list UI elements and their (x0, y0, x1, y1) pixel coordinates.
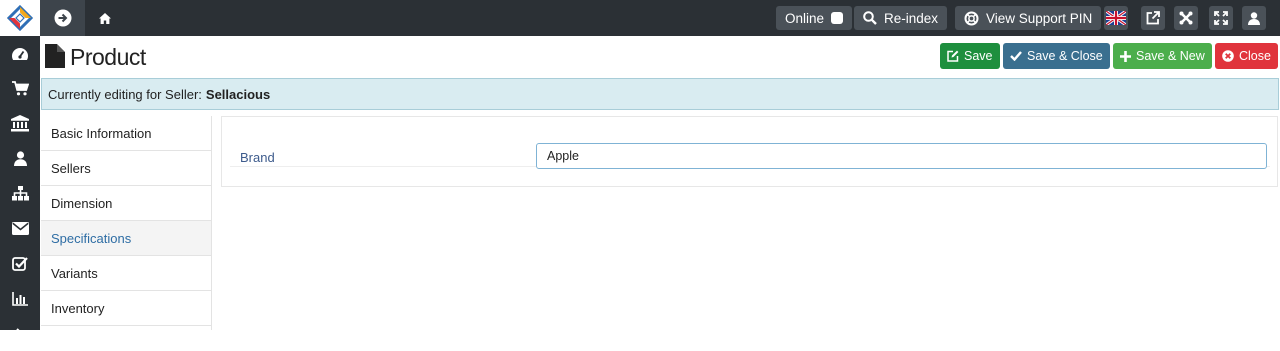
close-circle-icon (1222, 50, 1234, 62)
language-button[interactable] (1104, 6, 1128, 30)
navigate-forward-button[interactable] (40, 0, 85, 36)
check-icon (1010, 51, 1022, 61)
sidebar-item-finance[interactable] (0, 106, 40, 141)
brand-field[interactable] (536, 143, 1267, 169)
save-and-close-label: Save & Close (1027, 49, 1103, 63)
user-menu-button[interactable] (1242, 6, 1266, 30)
online-status-toggle[interactable]: Online (776, 6, 853, 30)
app-logo[interactable] (0, 0, 40, 36)
chevron-right-icon (16, 327, 24, 340)
notice-seller-name: Sellacious (205, 86, 271, 102)
tab-dimension[interactable]: Dimension (41, 186, 211, 221)
tab-specifications[interactable]: Specifications (41, 221, 211, 256)
open-site-button[interactable] (1141, 6, 1165, 30)
bank-icon (11, 115, 29, 132)
plus-icon (1120, 50, 1131, 62)
expand-icon (1214, 11, 1228, 25)
tab-basic-information[interactable]: Basic Information (41, 116, 211, 151)
save-and-new-button[interactable]: Save & New (1113, 43, 1212, 69)
external-link-icon (1146, 11, 1160, 25)
home-icon (99, 12, 111, 24)
brand-label: Brand (240, 150, 275, 165)
joomla-button[interactable] (1174, 6, 1198, 30)
bar-chart-icon (12, 291, 28, 306)
tab-sellers[interactable]: Sellers (41, 151, 211, 186)
seller-notice: Currently editing for Seller: Sellacious (41, 78, 1279, 110)
tab-variants[interactable]: Variants (41, 256, 211, 291)
toggle-icon (831, 12, 844, 24)
save-and-close-button[interactable]: Save & Close (1003, 43, 1110, 69)
uk-flag-icon (1106, 11, 1126, 25)
user-icon (13, 151, 27, 166)
page-title: Product (70, 44, 146, 70)
page-header: Product Save Save & Close Save & New Clo… (40, 36, 1280, 76)
save-and-new-label: Save & New (1136, 49, 1205, 63)
view-support-pin-label: View Support PIN (986, 10, 1093, 26)
shopping-cart-icon (11, 81, 29, 96)
view-support-pin-button[interactable]: View Support PIN (955, 6, 1102, 30)
joomla-icon (1179, 11, 1193, 25)
online-status-label: Online (785, 10, 825, 26)
home-button[interactable] (85, 0, 125, 36)
dashboard-icon (12, 47, 28, 60)
user-icon (1248, 11, 1260, 25)
sidebar-item-reports[interactable] (0, 281, 40, 316)
edit-icon (947, 50, 959, 62)
sidebar-item-messages[interactable] (0, 211, 40, 246)
sidebar-item-categories[interactable] (0, 176, 40, 211)
sidebar-item-orders[interactable] (0, 71, 40, 106)
search-icon (863, 11, 877, 25)
arrow-right-circle-icon (54, 9, 71, 27)
top-navbar: Online Re-index View Support PIN (0, 0, 1280, 36)
form-tabs: Basic Information Sellers Dimension Spec… (41, 116, 212, 330)
sidebar-item-tasks[interactable] (0, 246, 40, 281)
save-label: Save (964, 49, 993, 63)
sitemap-icon (11, 186, 29, 201)
left-sidebar (0, 36, 40, 340)
checkbox-icon (12, 256, 28, 271)
notice-prefix: Currently editing for Seller: (48, 86, 202, 102)
tab-inventory[interactable]: Inventory (41, 291, 211, 326)
sidebar-item-users[interactable] (0, 141, 40, 176)
save-button[interactable]: Save (940, 43, 1000, 69)
sidebar-item-more[interactable] (0, 316, 40, 351)
sidebar-item-dashboard[interactable] (0, 36, 40, 71)
close-button[interactable]: Close (1215, 43, 1278, 69)
logo-icon (7, 5, 33, 31)
envelope-icon (11, 222, 29, 235)
reindex-button[interactable]: Re-index (854, 6, 948, 30)
close-label: Close (1239, 49, 1271, 63)
document-icon (45, 44, 65, 68)
reindex-label: Re-index (884, 10, 939, 26)
fullscreen-button[interactable] (1209, 6, 1233, 30)
life-ring-icon (964, 11, 979, 25)
brand-row: Brand (230, 125, 1270, 169)
specifications-panel: Brand (221, 116, 1278, 187)
